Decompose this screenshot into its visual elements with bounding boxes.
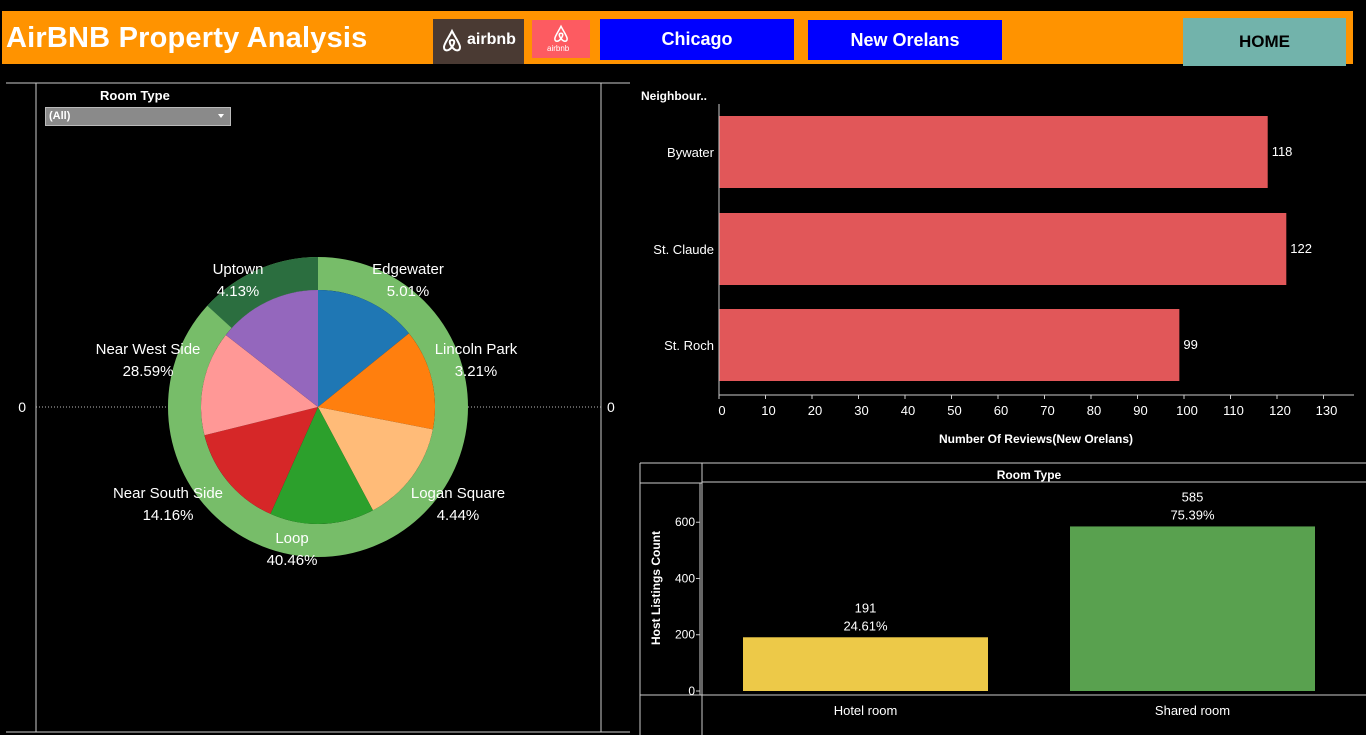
column-pct-label: 24.61%: [843, 618, 888, 633]
bar-st-roch: [719, 309, 1180, 381]
x-tick-label: 80: [1087, 403, 1101, 418]
x-tick-label: 30: [854, 403, 868, 418]
new-orleans-button[interactable]: New Orelans: [808, 20, 1002, 60]
bar-category-label: St. Roch: [664, 338, 714, 353]
pie-pct-lincoln-park: 3.21%: [455, 363, 498, 380]
bar-value-label: 122: [1290, 241, 1312, 256]
x-tick-label: 10: [761, 403, 775, 418]
pie-pct-loop: 40.46%: [267, 552, 318, 569]
x-tick-label: 50: [947, 403, 961, 418]
pie-pct-uptown: 4.13%: [217, 283, 260, 300]
pie-label-logan-square: Logan Square: [411, 485, 505, 502]
pie-label-near-west-side: Near West Side: [96, 341, 201, 358]
x-tick-label: 20: [808, 403, 822, 418]
pie-chart: Edgewater 5.01% Lincoln Park 3.21% Logan Squ…: [96, 257, 518, 569]
bar-bywater: [719, 116, 1268, 188]
dimension-label: Neighbour..: [641, 89, 707, 103]
airbnb-icon: [554, 24, 568, 42]
chicago-button[interactable]: Chicago: [600, 19, 794, 60]
bar-category-label: Bywater: [667, 145, 715, 160]
pie-label-loop: Loop: [275, 530, 308, 547]
column-category-label: Shared room: [1155, 703, 1230, 718]
x-tick-label: 90: [1133, 403, 1147, 418]
y-tick-label: 400: [675, 571, 695, 585]
pie-pct-near-south-side: 14.16%: [143, 507, 194, 524]
bar-st-claude: [719, 213, 1287, 285]
column-hotel-room: [743, 637, 988, 691]
pie-pct-near-west-side: 28.59%: [123, 363, 174, 380]
x-axis-title: Number Of Reviews(New Orelans): [939, 432, 1133, 446]
pie-pct-logan-square: 4.44%: [437, 507, 480, 524]
column-header: Room Type: [997, 468, 1062, 482]
pie-pct-edgewater: 5.01%: [387, 283, 430, 300]
x-tick-label: 40: [901, 403, 915, 418]
pie-label-lincoln-park: Lincoln Park: [435, 341, 518, 358]
logo2-text: airbnb: [547, 44, 570, 53]
pie-label-edgewater: Edgewater: [372, 261, 444, 278]
airbnb-icon: [442, 28, 462, 52]
page-title: AirBNB Property Analysis: [6, 22, 368, 54]
bar-value-label: 118: [1272, 144, 1293, 159]
x-tick-label: 70: [1040, 403, 1054, 418]
y-tick-label: 0: [688, 684, 695, 698]
logo1-text: airbnb: [467, 31, 516, 48]
bar-value-label: 99: [1183, 337, 1197, 352]
y-tick-label: 600: [675, 515, 695, 529]
x-tick-label: 110: [1223, 403, 1244, 418]
column-shared-room: [1070, 526, 1315, 691]
pie-label-uptown: Uptown: [213, 261, 264, 278]
y-tick-label: 200: [675, 628, 695, 642]
x-tick-label: 0: [718, 403, 725, 418]
airbnb-photo-logo[interactable]: airbnb: [433, 19, 524, 64]
x-tick-label: 60: [994, 403, 1008, 418]
x-tick-label: 130: [1316, 403, 1338, 418]
airbnb-logo[interactable]: airbnb: [532, 20, 590, 58]
column-category-label: Hotel room: [834, 703, 898, 718]
listings-column-chart: Room Type 0 200 400 600 Host Listings Count 19…: [639, 462, 1366, 735]
column-value-label: 585: [1182, 489, 1204, 504]
column-pct-label: 75.39%: [1170, 507, 1215, 522]
bar-category-label: St. Claude: [653, 242, 714, 257]
pie-label-near-south-side: Near South Side: [113, 485, 223, 502]
home-button[interactable]: HOME: [1183, 18, 1346, 66]
x-tick-label: 100: [1176, 403, 1198, 418]
y-axis-title: Host Listings Count: [649, 531, 663, 645]
column-value-label: 191: [855, 600, 877, 615]
reviews-bar-chart: Neighbour.. Bywater 118 St. Claude 122 St. Ro…: [641, 89, 1354, 446]
x-tick-label: 120: [1269, 403, 1291, 418]
